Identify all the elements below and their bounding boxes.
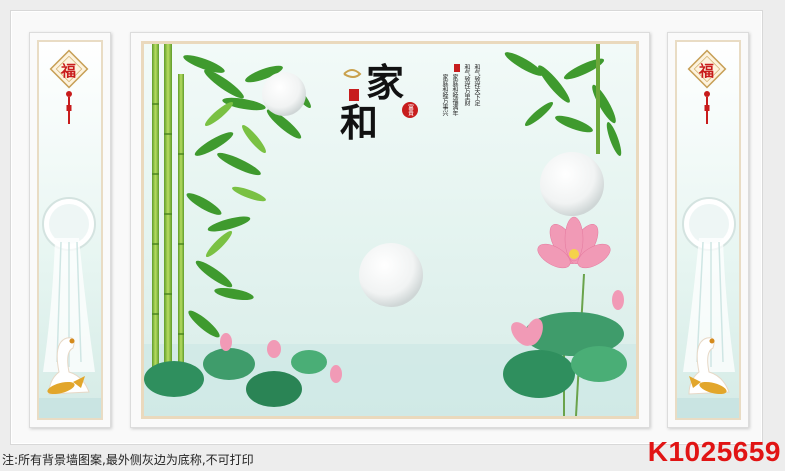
left-side-artwork: 福 (37, 40, 103, 420)
bamboo-leaves-icon (504, 44, 622, 156)
right-side-illustration (677, 49, 739, 418)
title-he: 和 (340, 100, 379, 145)
product-code: K1025659 (647, 436, 781, 467)
center-artwork: 家 和 富貴 和气致祥天下足 和气致祥万里财 家庭和睦福满年 家庭和睦万事兴 (141, 41, 639, 419)
sphere-icon (262, 72, 306, 116)
left-side-panel: 福 (29, 32, 111, 428)
sphere-icon (540, 152, 604, 216)
poem-line-2: 和气致祥万里财 (463, 64, 470, 106)
seal-fugui: 富貴 (402, 102, 418, 118)
right-side-artwork: 福 (675, 40, 741, 420)
sphere-icon (359, 243, 423, 307)
left-fu-character: 福 (61, 62, 77, 80)
poem-line-1: 和气致祥天下足 (473, 64, 480, 106)
left-side-illustration (39, 49, 101, 418)
right-side-panel: 福 (667, 32, 749, 428)
poem-line-4: 家庭和睦万事兴 (441, 74, 448, 116)
poem-line-3: 家庭和睦福满年 (451, 74, 458, 116)
center-panel: 家 和 富貴 和气致祥天下足 和气致祥万里财 家庭和睦福满年 家庭和睦万事兴 (130, 32, 650, 428)
right-fu-character: 福 (699, 62, 715, 80)
footer-note: 注:所有背景墙图案,最外侧灰边为底称,不可打印 (2, 453, 254, 467)
seal-icon (454, 64, 460, 72)
cloud-ornament-icon (343, 69, 362, 78)
